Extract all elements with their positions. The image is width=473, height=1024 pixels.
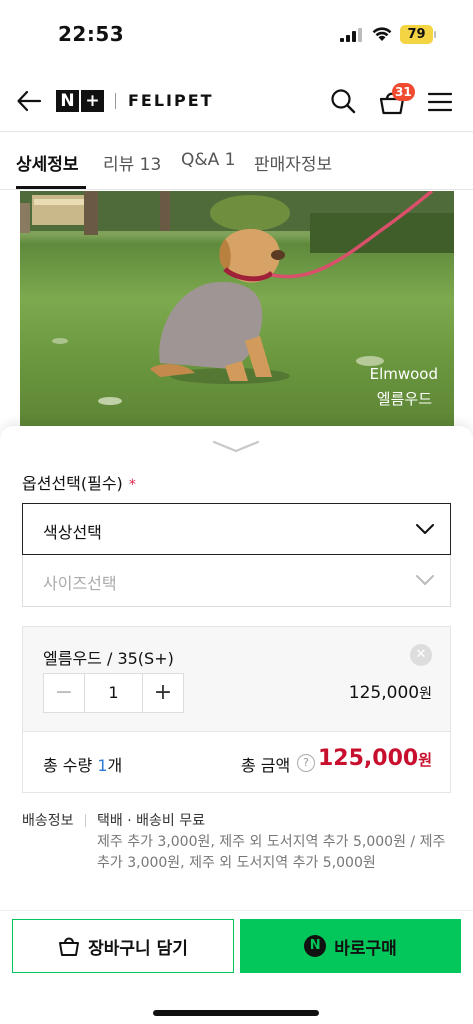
- photo-caption-korean: 엘름우드: [376, 390, 432, 408]
- total-amount-label: 총 금액: [241, 756, 291, 775]
- selected-option-name: 엘름우드 / 35(S+): [43, 649, 174, 668]
- size-select-dropdown[interactable]: 사이즈선택: [22, 555, 451, 607]
- app-header: N + FELIPET 31: [0, 70, 473, 132]
- option-price: 125,000원: [349, 683, 432, 703]
- selected-option-item: 엘름우드 / 35(S+) ✕ − 1 + 125,000원: [22, 626, 451, 732]
- shipping-method: 택배 · 배송비 무료: [97, 813, 205, 829]
- quantity-value[interactable]: 1: [84, 674, 143, 712]
- total-price: 125,000원: [318, 746, 432, 771]
- quantity-stepper: − 1 +: [43, 673, 184, 713]
- total-quantity-unit: 개: [107, 756, 123, 775]
- color-select-dropdown[interactable]: 색상선택: [22, 503, 451, 555]
- color-select-label: 색상선택: [43, 523, 102, 542]
- chevron-down-icon: [416, 575, 434, 585]
- shipping-extra-fee: 제주 추가 3,000원, 제주 외 도서지역 추가 5,000원 / 제주 추…: [97, 834, 446, 871]
- total-price-currency: 원: [418, 751, 432, 769]
- tab-reviews[interactable]: 리뷰 13: [103, 150, 161, 175]
- chevron-down-icon: [416, 524, 434, 534]
- logo-plus: +: [81, 90, 104, 112]
- purchase-action-bar: 장바구니 담기 N 바로구매: [0, 910, 473, 1024]
- add-to-cart-label: 장바구니 담기: [88, 938, 188, 959]
- option-label-text: 옵션선택(필수): [22, 474, 123, 493]
- decrease-quantity-button[interactable]: −: [44, 674, 84, 712]
- naver-plus-logo[interactable]: N +: [56, 90, 104, 112]
- battery-tip: [434, 31, 436, 38]
- search-icon[interactable]: [330, 88, 356, 114]
- hamburger-menu-icon[interactable]: [428, 92, 452, 112]
- total-quantity-label: 총 수량: [43, 756, 98, 775]
- total-quantity-value: 1: [97, 756, 108, 775]
- order-total: 총 수량 1개 총 금액 ? 125,000원: [22, 731, 451, 793]
- option-price-currency: 원: [419, 686, 432, 702]
- collapse-chevron-icon[interactable]: [212, 440, 260, 454]
- total-price-amount: 125,000: [317, 746, 419, 771]
- active-tab-underline: [16, 186, 86, 189]
- remove-option-button[interactable]: ✕: [410, 644, 432, 666]
- add-to-cart-button[interactable]: 장바구니 담기: [12, 919, 234, 973]
- tab-seller-info[interactable]: 판매자정보: [254, 150, 332, 175]
- status-bar: 22:53 79: [0, 0, 473, 70]
- cart-count-badge: 31: [392, 83, 415, 101]
- logo-divider: [115, 93, 116, 109]
- shipping-info-label: 배송정보: [22, 813, 74, 829]
- total-quantity: 총 수량 1개: [43, 752, 122, 776]
- option-section-label: 옵션선택(필수) *: [22, 470, 136, 494]
- cellular-signal-icon: [340, 28, 362, 42]
- naver-pay-icon: N: [304, 935, 327, 957]
- tab-detail[interactable]: 상세정보: [16, 150, 79, 175]
- home-indicator: [153, 1010, 319, 1016]
- photo-caption-english: Elmwood: [369, 365, 438, 383]
- required-mark: *: [128, 477, 136, 493]
- product-photo: Elmwood 엘름우드: [20, 191, 454, 431]
- buy-now-button[interactable]: N 바로구매: [240, 919, 461, 973]
- wifi-icon: [372, 27, 392, 41]
- clock: 22:53: [58, 22, 125, 46]
- size-select-label: 사이즈선택: [43, 574, 117, 593]
- option-bottom-sheet: 옵션선택(필수) * 색상선택 사이즈선택 엘름우드 / 35(S+) ✕ − 1…: [0, 426, 473, 910]
- buy-now-label: 바로구매: [334, 938, 397, 959]
- help-question-icon[interactable]: ?: [297, 754, 315, 772]
- product-tabs: 상세정보 리뷰 13 Q&A 1 판매자정보: [0, 132, 473, 190]
- increase-quantity-button[interactable]: +: [143, 674, 183, 712]
- back-arrow-icon[interactable]: [16, 88, 42, 114]
- shipping-divider: [85, 814, 86, 827]
- option-price-amount: 125,000: [348, 683, 420, 703]
- logo-n: N: [56, 90, 79, 112]
- store-brand-name[interactable]: FELIPET: [128, 91, 214, 110]
- basket-icon: [59, 937, 80, 956]
- tab-qna[interactable]: Q&A 1: [181, 150, 236, 170]
- battery-indicator: 79: [400, 25, 433, 44]
